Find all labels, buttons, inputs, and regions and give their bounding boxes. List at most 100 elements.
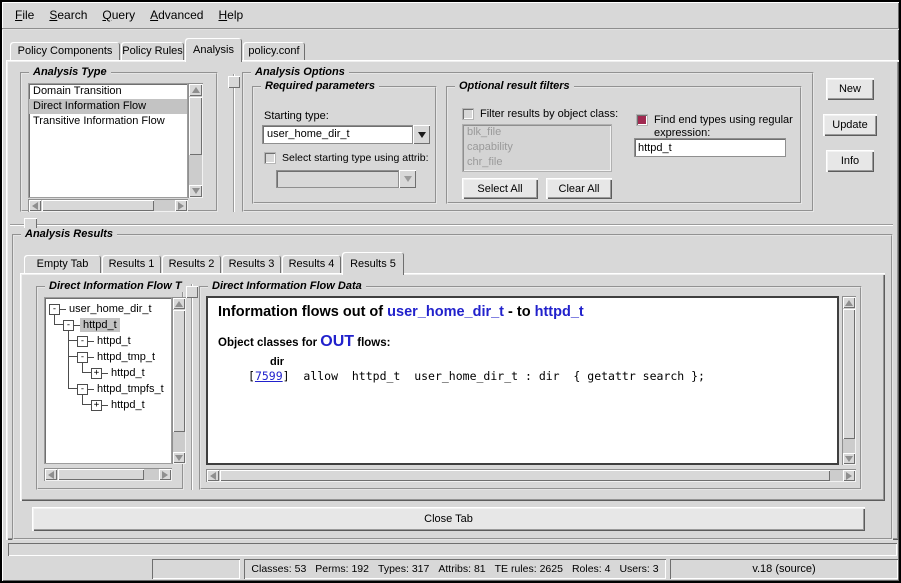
select-all-button[interactable]: Select All (462, 178, 538, 199)
filter-checkbox-row: Filter results by object class: (462, 108, 618, 120)
optional-filters-group: Optional result filters Filter results b… (446, 86, 802, 204)
tab-policy-components[interactable]: Policy Components (10, 42, 120, 60)
collapse-icon[interactable]: - (63, 320, 74, 331)
scroll-down-icon[interactable] (173, 452, 185, 463)
menu-file[interactable]: File (15, 8, 34, 22)
flow-data-hscrollbar[interactable] (206, 469, 856, 482)
scroll-thumb[interactable] (173, 310, 185, 432)
scroll-thumb[interactable] (58, 469, 144, 480)
regex-checkbox-row: Find end types using regular expression: (636, 114, 796, 140)
scroll-right-icon[interactable] (175, 200, 187, 211)
analysis-type-vscrollbar[interactable] (188, 83, 203, 198)
scroll-thumb[interactable] (220, 470, 830, 481)
info-button[interactable]: Info (826, 150, 874, 172)
scroll-up-icon[interactable] (189, 84, 202, 96)
list-item: capability (463, 140, 611, 155)
flow-data-vscrollbar[interactable] (842, 296, 856, 465)
scroll-left-icon[interactable] (29, 200, 41, 211)
list-item-selected[interactable]: Direct Information Flow (29, 99, 187, 114)
update-button[interactable]: Update (823, 114, 877, 136)
tab-analysis[interactable]: Analysis (185, 38, 242, 62)
scroll-left-icon[interactable] (45, 469, 57, 480)
clear-all-button[interactable]: Clear All (546, 178, 612, 199)
pane-divider-handle[interactable] (228, 76, 240, 88)
tab-results-5[interactable]: Results 5 (342, 252, 404, 275)
menu-advanced[interactable]: Advanced (150, 8, 203, 22)
analysis-type-listbox[interactable]: Domain Transition Direct Information Flo… (28, 83, 188, 198)
rule-number-link[interactable]: 7599 (255, 369, 283, 383)
expand-icon[interactable]: + (91, 368, 102, 379)
scroll-right-icon[interactable] (843, 470, 855, 481)
required-parameters-group: Required parameters Starting type: user_… (252, 86, 437, 204)
tree-node-label[interactable]: httpd_t (94, 334, 134, 348)
collapse-icon[interactable]: - (77, 336, 88, 347)
scroll-right-icon[interactable] (159, 469, 171, 480)
scroll-up-icon[interactable] (843, 297, 855, 308)
stat-classes: Classes: 53 (251, 563, 306, 575)
expand-icon[interactable]: + (91, 400, 102, 411)
required-parameters-title: Required parameters (261, 80, 379, 92)
status-empty-panel (152, 559, 240, 579)
scroll-down-icon[interactable] (189, 185, 202, 197)
scroll-down-icon[interactable] (843, 453, 855, 464)
tab-results-4[interactable]: Results 4 (282, 255, 341, 273)
tree-node-label[interactable]: httpd_tmpfs_t (94, 382, 167, 396)
scroll-thumb[interactable] (189, 97, 202, 155)
attrib-checkbox[interactable] (264, 152, 276, 164)
stat-attribs: Attribs: 81 (438, 563, 485, 575)
stat-te-rules: TE rules: 2625 (495, 563, 563, 575)
tree-connector (82, 372, 91, 373)
flow-tree-group: Direct Information Flow T - user_home_di… (36, 286, 184, 490)
tab-empty-tab[interactable]: Empty Tab (24, 255, 101, 273)
regex-input[interactable] (635, 139, 785, 156)
tree-node: - user_home_dir_t (49, 301, 155, 317)
starting-type-label: Starting type: (264, 110, 329, 122)
flow-data-textarea[interactable]: Information flows out of user_home_dir_t… (206, 296, 839, 465)
analysis-type-hscrollbar[interactable] (28, 199, 188, 212)
tab-results-2[interactable]: Results 2 (162, 255, 221, 273)
tree-connector (54, 324, 63, 325)
analysis-results-title: Analysis Results (21, 228, 117, 240)
scroll-thumb[interactable] (42, 200, 154, 211)
flow-tree-title: Direct Information Flow T (45, 280, 185, 292)
message-bar (8, 543, 897, 556)
scroll-left-icon[interactable] (207, 470, 219, 481)
collapse-icon[interactable]: - (77, 384, 88, 395)
tree-node-label[interactable]: httpd_tmp_t (94, 350, 158, 364)
tree-node-label[interactable]: httpd_t (108, 366, 148, 380)
tree-node-label[interactable]: httpd_t (108, 398, 148, 412)
tab-policy-rules[interactable]: Policy Rules (121, 42, 184, 60)
attrib-checkbox-row: Select starting type using attrib: (264, 152, 429, 164)
list-item[interactable]: Transitive Information Flow (29, 114, 187, 129)
regex-checkbox[interactable] (636, 114, 648, 126)
tree-data-divider-handle[interactable] (186, 286, 198, 298)
tree-node-label-selected[interactable]: httpd_t (80, 318, 120, 332)
flow-heading: Information flows out of user_home_dir_t… (218, 304, 827, 320)
filter-by-class-checkbox[interactable] (462, 108, 474, 120)
scroll-thumb[interactable] (843, 309, 855, 439)
scroll-up-icon[interactable] (173, 298, 185, 309)
flow-tree-vscrollbar[interactable] (172, 297, 186, 464)
menu-help[interactable]: Help (218, 8, 243, 22)
list-item[interactable]: Domain Transition (29, 84, 187, 99)
tab-policy-conf[interactable]: policy.conf (243, 42, 305, 60)
tab-results-3[interactable]: Results 3 (222, 255, 281, 273)
close-tab-button[interactable]: Close Tab (32, 507, 865, 531)
collapse-icon[interactable]: - (49, 304, 60, 315)
flow-tree-hscrollbar[interactable] (44, 468, 172, 481)
allow-rule-line: [7599] allow httpd_t user_home_dir_t : d… (248, 369, 827, 383)
starting-type-combobox[interactable]: user_home_dir_t (262, 125, 430, 144)
menu-search[interactable]: Search (49, 8, 87, 22)
menu-query[interactable]: Query (102, 8, 135, 22)
chevron-down-icon[interactable] (413, 125, 430, 144)
tab-results-1[interactable]: Results 1 (102, 255, 161, 273)
collapse-icon[interactable]: - (77, 352, 88, 363)
policy-version: v.18 (source) (752, 563, 815, 575)
tree-node-label[interactable]: user_home_dir_t (66, 302, 155, 316)
attrib-combobox[interactable] (276, 170, 416, 188)
status-stats-panel: Classes: 53 Perms: 192 Types: 317 Attrib… (244, 559, 666, 579)
object-class-listbox[interactable]: blk_file capability chr_file (462, 124, 612, 172)
new-button[interactable]: New (826, 78, 874, 100)
flow-tree-view[interactable]: - user_home_dir_t - httpd_t - httpd_t - … (44, 297, 172, 464)
starting-type-value[interactable]: user_home_dir_t (262, 125, 413, 144)
